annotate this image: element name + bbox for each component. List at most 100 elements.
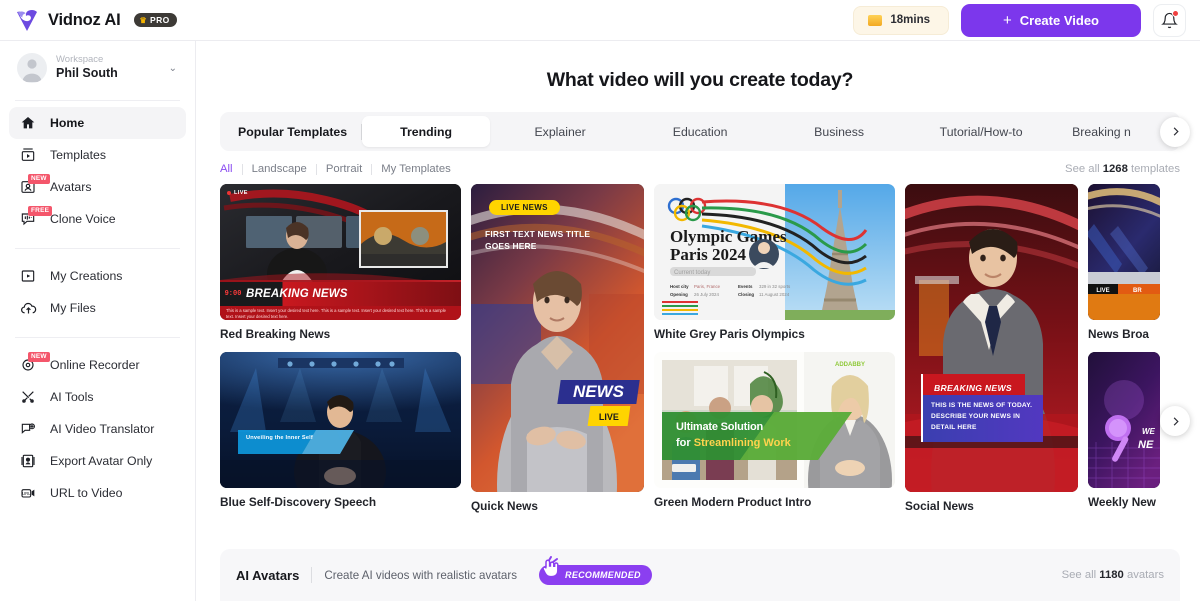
ticker-text: This is a sample text. Insert your desir… [220, 306, 461, 320]
coin-icon [868, 14, 883, 26]
template-thumbnail: Olympic Games Paris 2024 Current today H… [654, 184, 895, 320]
olympics-subtitle-art: Paris 2024 [670, 245, 747, 264]
minutes-label: 18mins [890, 14, 930, 26]
news-headline: FIRST TEXT NEWS TITLE GOES HERE [485, 229, 591, 252]
templates-icon [19, 146, 37, 164]
tab-popular-templates[interactable]: Popular Templates [224, 116, 361, 147]
sidebar-item-online-recorder[interactable]: NEW Online Recorder [9, 349, 186, 381]
template-grid: LIVE 9:00 BREAKING NEWS This is a sample… [220, 184, 1180, 526]
see-all-prefix: See all [1061, 569, 1097, 581]
breaking-news-tag-label: BREAKING NEWS [934, 383, 1012, 393]
thumb-art [220, 352, 461, 488]
tab-breaking-news[interactable]: Breaking n [1054, 116, 1149, 147]
clock-label: 9:00 [224, 290, 242, 298]
chevron-down-icon[interactable]: ⌄ [169, 63, 180, 74]
speech-overlay-title: Unveiling the Inner Self [246, 435, 313, 441]
template-card-green-modern-product-intro[interactable]: ADDABBY Ultimate Solution for Streamlini… [654, 352, 895, 509]
template-title: Green Modern Product Intro [654, 495, 812, 509]
tab-education[interactable]: Education [630, 116, 770, 147]
live-label-art: LIVE [1096, 288, 1109, 294]
sidebar-item-ai-tools[interactable]: AI Tools [9, 381, 186, 413]
br-label-art: BR [1133, 288, 1142, 294]
svg-text:Host city: Host city [670, 284, 689, 289]
sidebar-item-clone-voice[interactable]: FREE Clone Voice [9, 203, 186, 235]
pro-badge[interactable]: ♛ PRO [134, 13, 177, 27]
credits-minutes-pill[interactable]: 18mins [853, 5, 949, 35]
sidebar-item-label: AI Tools [50, 390, 94, 404]
sidebar-item-avatars[interactable]: NEW Avatars [9, 171, 186, 203]
tab-business[interactable]: Business [770, 116, 908, 147]
see-all-templates[interactable]: See all 1268 templates [1065, 163, 1180, 175]
badge-new: NEW [28, 352, 50, 363]
brand[interactable]: Vidnoz AI ♛ PRO [14, 7, 179, 33]
divider [311, 567, 313, 583]
topbar-actions: 18mins + Create Video [853, 3, 1186, 37]
live-label: LIVE [234, 190, 248, 196]
export-avatar-icon [19, 452, 37, 470]
template-thumbnail: ADDABBY Ultimate Solution for Streamlini… [654, 352, 895, 488]
ai-video-translator-icon [19, 420, 37, 438]
tab-explainer[interactable]: Explainer [490, 116, 630, 147]
thumb-art [905, 184, 1078, 492]
template-card-white-grey-paris-olympics[interactable]: Olympic Games Paris 2024 Current today H… [654, 184, 895, 341]
notifications-button[interactable] [1153, 3, 1186, 37]
filter-landscape[interactable]: Landscape [243, 163, 316, 175]
svg-text:URL: URL [22, 491, 31, 496]
news-detail-overlay: THIS IS THE NEWS OF TODAY. DESCRIBE YOUR… [921, 395, 1043, 442]
thumb-art: WE NE [1088, 352, 1160, 488]
sidebar-item-url-to-video[interactable]: URL URL to Video [9, 477, 186, 509]
svg-text:26 July 2024: 26 July 2024 [694, 292, 719, 297]
chevron-right-icon [1173, 416, 1179, 426]
tab-trending[interactable]: Trending [362, 116, 491, 147]
sidebar-item-my-files[interactable]: My Files [9, 292, 186, 324]
template-card-weekly-news[interactable]: WE NE Weekly New [1088, 352, 1160, 509]
recommended-label: RECOMMENDED [565, 570, 641, 580]
ai-avatars-band[interactable]: AI Avatars Create AI videos with realist… [220, 549, 1180, 601]
template-card-blue-self-discovery-speech[interactable]: Unveiling the Inner Self Blue Self-Disco… [220, 352, 461, 509]
news-tag: NEWS [557, 380, 640, 404]
live-dot-icon [227, 191, 231, 195]
tabs-next-button[interactable] [1160, 116, 1190, 147]
workspace-switcher[interactable]: Workspace Phil South ⌄ [9, 41, 186, 94]
sidebar-item-my-creations[interactable]: My Creations [9, 260, 186, 292]
template-card-news-broadcast[interactable]: LIVE BR News Broa [1088, 184, 1160, 341]
tab-tutorial-howto[interactable]: Tutorial/How-to [908, 116, 1054, 147]
plus-icon: + [1002, 11, 1012, 29]
sidebar: Workspace Phil South ⌄ Home Templates NE… [0, 41, 196, 601]
template-card-red-breaking-news[interactable]: LIVE 9:00 BREAKING NEWS This is a sample… [220, 184, 461, 341]
svg-text:Paris, France: Paris, France [694, 284, 721, 289]
live-tag-label: LIVE [598, 412, 619, 422]
create-video-label: Create Video [1019, 12, 1099, 28]
template-thumbnail: LIVE BR [1088, 184, 1160, 320]
thumb-art: Olympic Games Paris 2024 Current today H… [654, 184, 895, 320]
thumb-art: ADDABBY [654, 352, 895, 488]
avatars-icon: NEW [19, 174, 50, 196]
sidebar-item-templates[interactable]: Templates [9, 139, 186, 171]
sidebar-item-ai-video-translator[interactable]: AI Video Translator [9, 413, 186, 445]
sidebar-item-export-avatar-only[interactable]: Export Avatar Only [9, 445, 186, 477]
workspace-name: Phil South [56, 66, 118, 81]
sidebar-item-home[interactable]: Home [9, 107, 186, 139]
template-card-quick-news[interactable]: LIVE NEWS FIRST TEXT NEWS TITLE GOES HER… [471, 184, 644, 513]
filter-portrait[interactable]: Portrait [317, 163, 371, 175]
filters-row: All Landscape Portrait My Templates See … [220, 151, 1180, 184]
filter-all[interactable]: All [220, 163, 242, 175]
template-title: Quick News [471, 499, 538, 513]
crown-icon: ♛ [139, 15, 148, 25]
main-content: What video will you create today? Popula… [196, 41, 1200, 601]
workspace-texts: Workspace Phil South [56, 54, 160, 81]
template-thumbnail: Unveiling the Inner Self [220, 352, 461, 488]
see-all-avatars[interactable]: See all 1180 avatars [1062, 569, 1164, 581]
filter-my-templates[interactable]: My Templates [372, 163, 459, 175]
template-thumbnail: WE NE [1088, 352, 1160, 488]
sidebar-item-label: Clone Voice [50, 212, 116, 226]
template-card-social-news[interactable]: BREAKING NEWS THIS IS THE NEWS OF TODAY.… [905, 184, 1078, 513]
svg-text:11 August 2024: 11 August 2024 [759, 292, 790, 297]
template-title: Social News [905, 499, 974, 513]
template-title: Weekly New [1088, 495, 1156, 509]
create-video-button[interactable]: + Create Video [961, 3, 1141, 37]
product-headline-2b: Streamlining Work [693, 437, 791, 449]
see-all-count: 1180 [1099, 569, 1124, 581]
template-thumbnail: LIVE 9:00 BREAKING NEWS This is a sample… [220, 184, 461, 320]
grid-next-button[interactable] [1160, 406, 1190, 436]
